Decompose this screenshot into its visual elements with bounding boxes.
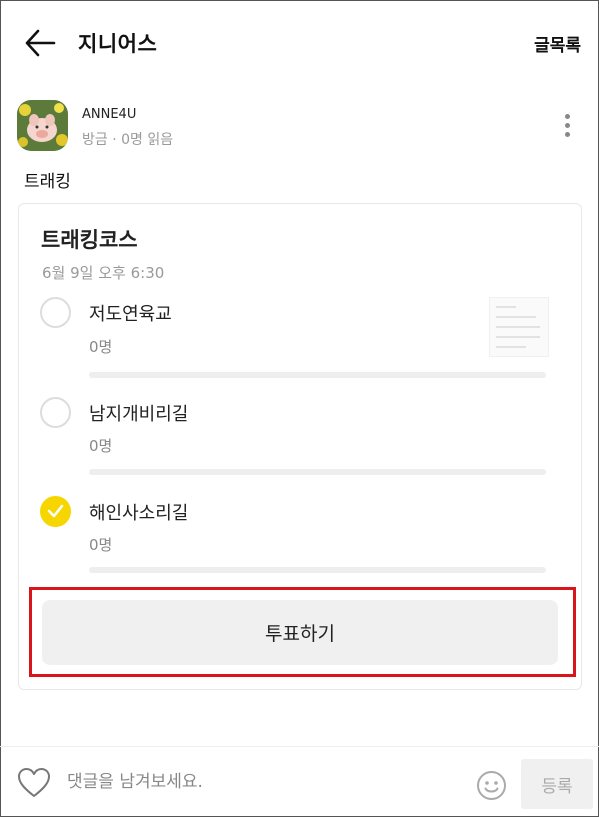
poll-option-label[interactable]: 저도연육교 [89,300,172,326]
post-list-button[interactable]: 글목록 [534,31,581,56]
checkmark-icon [47,504,64,518]
poll-option-progress [89,372,546,378]
highlight-box [29,587,576,677]
heart-icon[interactable] [17,767,51,798]
poll-date: 6월 9일 오후 6:30 [42,264,165,282]
poll-option-progress [89,469,546,475]
back-arrow-icon[interactable] [24,28,56,58]
poll-option-progress [89,567,546,573]
poll-option-radio[interactable] [40,297,71,328]
poll-option-count: 0명 [89,437,113,455]
post-meta: 방금 · 0명 읽음 [82,132,174,148]
poll-title: 트래킹코스 [41,228,138,252]
comment-input[interactable] [67,766,457,798]
page-title: 지니어스 [78,32,158,56]
post-body: 트래킹 [24,172,71,192]
poll-option-radio-checked[interactable] [40,496,71,527]
poll-option-thumbnail[interactable] [489,297,549,357]
poll-option-label[interactable]: 해인사소리길 [89,499,188,525]
poll-option-count: 0명 [89,536,113,554]
top-bar: 지니어스 글목록 [0,0,599,84]
poll-option-radio[interactable] [40,397,71,428]
author-name[interactable]: ANNE4U [82,107,136,122]
submit-comment-button[interactable]: 등록 [521,759,593,809]
poll-option-count: 0명 [89,338,113,356]
avatar[interactable] [17,100,68,151]
more-options-icon[interactable] [562,114,572,142]
poll-option-label[interactable]: 남지개비리길 [89,400,188,426]
emoji-icon[interactable] [476,770,507,801]
